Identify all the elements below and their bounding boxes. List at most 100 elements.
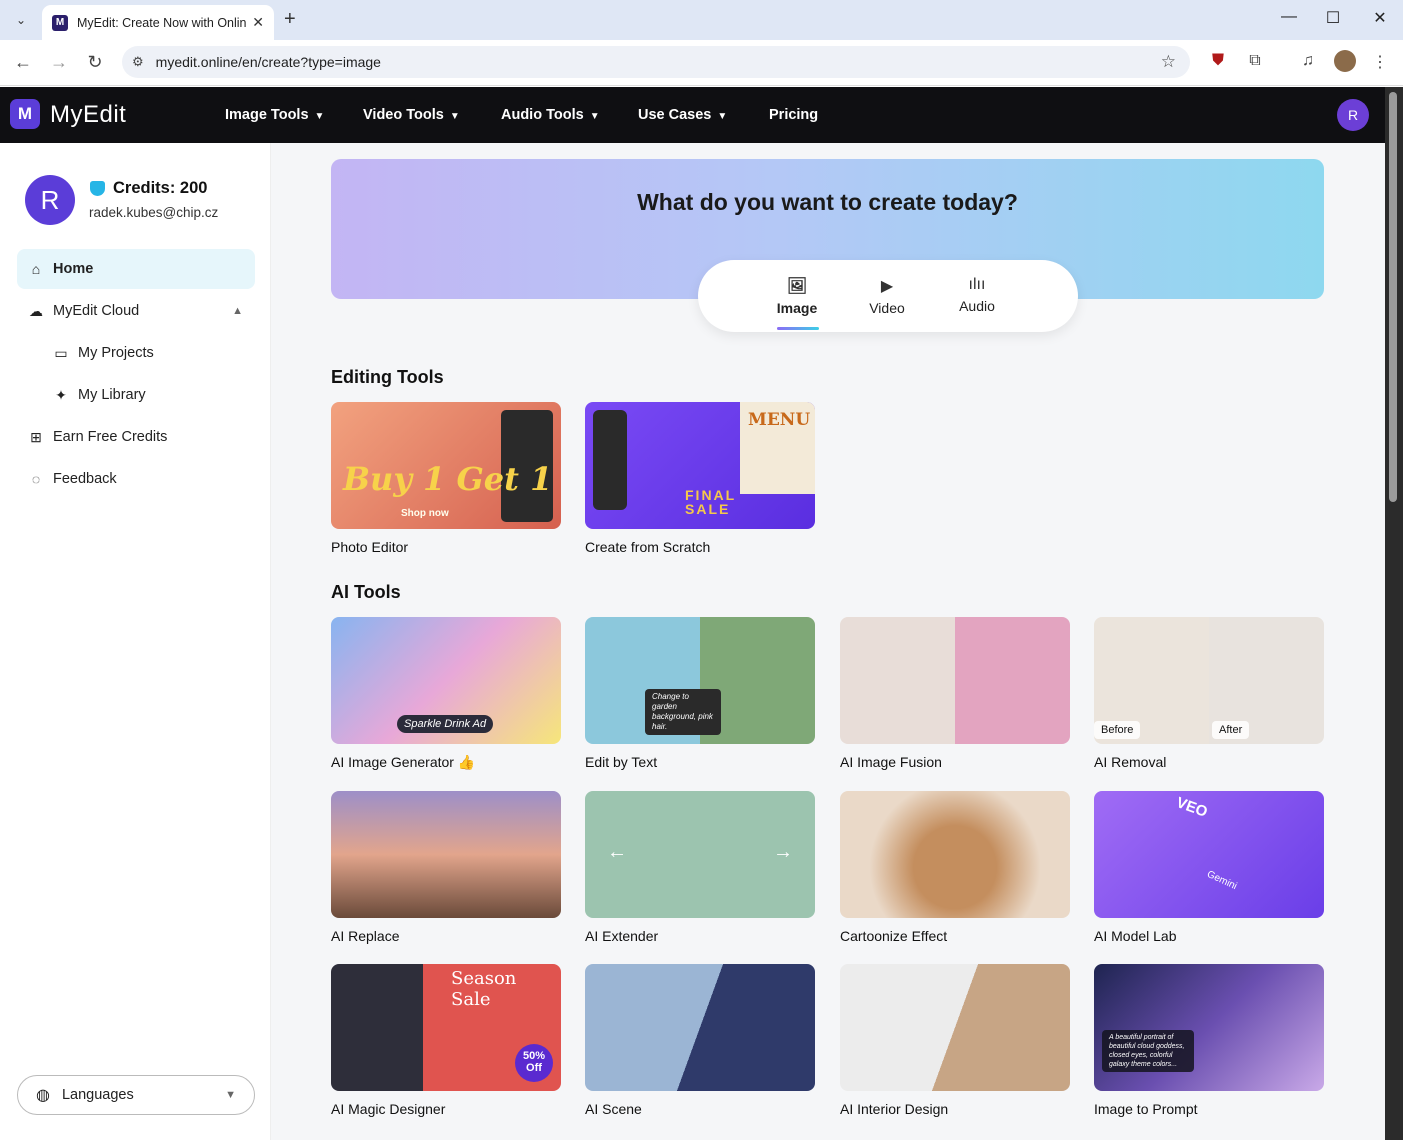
card-cartoonize-effect[interactable]: Cartoonize Effect <box>840 791 1070 944</box>
card-ai-model-lab[interactable]: VEO Gemini AI Model Lab <box>1094 791 1324 944</box>
nav-pricing[interactable]: Pricing <box>769 107 818 123</box>
sparkle-icon: ✦ <box>55 386 67 403</box>
card-thumbnail: Before After <box>1094 617 1324 744</box>
card-thumbnail: Buy 1 Get 1 Shop now <box>331 402 561 529</box>
arrow-right-icon: → <box>773 841 793 863</box>
card-ai-replace[interactable]: AI Replace <box>331 791 561 944</box>
hero-banner: What do you want to create today? 🖼 Image… <box>331 159 1324 332</box>
window-close-icon[interactable]: ✕ <box>1365 8 1395 28</box>
chevron-up-icon[interactable]: ▲ <box>232 305 243 317</box>
sidebar-item-home[interactable]: ⌂ Home <box>17 249 255 289</box>
credits-display: Credits: 200 <box>90 179 207 198</box>
card-thumbnail <box>840 964 1070 1091</box>
user-email: radek.kubes@chip.cz <box>89 205 219 220</box>
card-ai-magic-designer[interactable]: Season Sale 50% Off AI Magic Designer <box>331 964 561 1117</box>
ai-tools-title: AI Tools <box>331 582 401 602</box>
reload-icon[interactable]: ↻ <box>83 52 107 73</box>
logo-text[interactable]: MyEdit <box>50 101 126 129</box>
card-thumbnail: Sparkle Drink Ad <box>331 617 561 744</box>
nav-audio-tools[interactable]: Audio Tools ▼ <box>501 107 600 123</box>
extension-shield-icon[interactable]: ⛊ <box>1206 52 1230 70</box>
card-thumbnail: Season Sale 50% Off <box>331 964 561 1091</box>
card-thumbnail <box>331 791 561 918</box>
card-edit-by-text[interactable]: Change to garden background, pink hair. … <box>585 617 815 770</box>
hero-title: What do you want to create today? <box>637 189 1018 215</box>
folder-icon: ▭ <box>54 344 68 361</box>
nav-video-tools[interactable]: Video Tools ▼ <box>363 107 460 123</box>
editing-tools-title: Editing Tools <box>331 367 444 387</box>
card-ai-scene[interactable]: AI Scene <box>585 964 815 1117</box>
globe-icon: ◍ <box>36 1087 50 1104</box>
card-thumbnail <box>840 791 1070 918</box>
new-tab-icon[interactable]: + <box>284 8 296 31</box>
image-icon: 🖼 <box>786 278 808 295</box>
card-photo-editor[interactable]: Buy 1 Get 1 Shop now Photo Editor <box>331 402 561 555</box>
chevron-down-icon: ▼ <box>717 111 728 122</box>
cloud-icon: ☁ <box>29 302 43 319</box>
main-content: What do you want to create today? 🖼 Image… <box>271 143 1385 1140</box>
sidebar-item-my-library[interactable]: ✦ My Library <box>42 375 255 415</box>
card-thumbnail: ← → <box>585 791 815 918</box>
minimize-icon[interactable]: — <box>1274 8 1304 26</box>
site-info-icon[interactable]: ⚙ <box>132 54 144 70</box>
sidebar-item-feedback[interactable]: ◌ Feedback <box>17 459 255 499</box>
arrow-left-icon: ← <box>607 841 627 863</box>
tab-close-icon[interactable]: ✕ <box>252 14 264 31</box>
card-create-from-scratch[interactable]: MENU FINAL SALE Create from Scratch <box>585 402 815 555</box>
site-header: M MyEdit Image Tools ▼ Video Tools ▼ Audio… <box>0 87 1403 143</box>
browser-tab-active[interactable]: M MyEdit: Create Now with Online ✕ <box>42 5 274 40</box>
video-icon: ▶ <box>880 278 894 295</box>
type-audio-tab[interactable]: ılıı Audio <box>942 276 1012 314</box>
card-image-to-prompt[interactable]: A beautiful portrait of beautiful cloud … <box>1094 964 1324 1117</box>
card-thumbnail: Change to garden background, pink hair. <box>585 617 815 744</box>
extensions-puzzle-icon[interactable]: ⧉ <box>1243 52 1267 70</box>
scrollbar-thumb[interactable] <box>1389 92 1397 502</box>
chevron-down-icon: ▼ <box>314 111 325 122</box>
media-control-icon[interactable]: ♫ <box>1296 52 1320 70</box>
sidebar-item-myedit-cloud[interactable]: ☁ MyEdit Cloud ▲ <box>17 291 255 331</box>
back-icon[interactable]: ← <box>11 52 35 73</box>
user-avatar[interactable]: R <box>1337 99 1369 131</box>
maximize-icon[interactable]: ☐ <box>1318 8 1348 28</box>
type-video-tab[interactable]: ▶ Video <box>852 276 922 316</box>
browser-tabstrip: ⌄ M MyEdit: Create Now with Online ✕ + —… <box>0 0 1403 40</box>
nav-use-cases[interactable]: Use Cases ▼ <box>638 107 727 123</box>
browser-toolbar: ← → ↻ ⚙ myedit.online/en/create?type=ima… <box>0 40 1403 86</box>
card-thumbnail <box>840 617 1070 744</box>
nav-image-tools[interactable]: Image Tools ▼ <box>225 107 324 123</box>
card-thumbnail: A beautiful portrait of beautiful cloud … <box>1094 964 1324 1091</box>
sidebar-avatar: R <box>25 175 75 225</box>
languages-select[interactable]: ◍ Languages ▼ <box>17 1075 255 1115</box>
create-type-switch: 🖼 Image ▶ Video ılıı Audio <box>698 260 1078 332</box>
tab-title: MyEdit: Create Now with Online <box>77 15 247 30</box>
card-ai-removal[interactable]: Before After AI Removal <box>1094 617 1324 770</box>
address-bar[interactable]: ⚙ myedit.online/en/create?type=image ☆ <box>122 46 1190 78</box>
myedit-logo-icon[interactable]: M <box>10 99 40 129</box>
sidebar-item-earn-credits[interactable]: ⊞ Earn Free Credits <box>17 417 255 457</box>
credits-shield-icon <box>90 181 105 196</box>
sidebar: R Credits: 200 radek.kubes@chip.cz ⌂ Home… <box>0 143 271 1140</box>
bookmark-star-icon[interactable]: ☆ <box>1161 52 1176 72</box>
audio-wave-icon: ılıı <box>968 276 986 293</box>
sidebar-item-my-projects[interactable]: ▭ My Projects <box>42 333 255 373</box>
forward-icon[interactable]: → <box>47 52 71 73</box>
browser-menu-icon[interactable]: ⋮ <box>1368 52 1392 72</box>
card-thumbnail: MENU FINAL SALE <box>585 402 815 529</box>
card-thumbnail: VEO Gemini <box>1094 791 1324 918</box>
chevron-down-icon: ▼ <box>449 111 460 122</box>
profile-avatar[interactable] <box>1334 50 1356 72</box>
card-ai-image-generator[interactable]: Sparkle Drink Ad AI Image Generator 👍 <box>331 617 561 771</box>
home-icon: ⌂ <box>31 261 41 277</box>
chevron-down-icon: ▼ <box>225 1089 236 1101</box>
tab-search-icon[interactable]: ⌄ <box>8 7 34 33</box>
url-text: myedit.online/en/create?type=image <box>155 54 381 70</box>
card-thumbnail <box>585 964 815 1091</box>
card-ai-image-fusion[interactable]: AI Image Fusion <box>840 617 1070 770</box>
chat-icon: ◌ <box>31 471 41 487</box>
type-image-tab[interactable]: 🖼 Image <box>762 276 832 316</box>
site-favicon-icon: M <box>52 14 68 31</box>
card-ai-interior-design[interactable]: AI Interior Design <box>840 964 1070 1117</box>
card-ai-extender[interactable]: ← → AI Extender <box>585 791 815 944</box>
active-tab-indicator <box>777 327 819 330</box>
chevron-down-icon: ▼ <box>589 111 600 122</box>
